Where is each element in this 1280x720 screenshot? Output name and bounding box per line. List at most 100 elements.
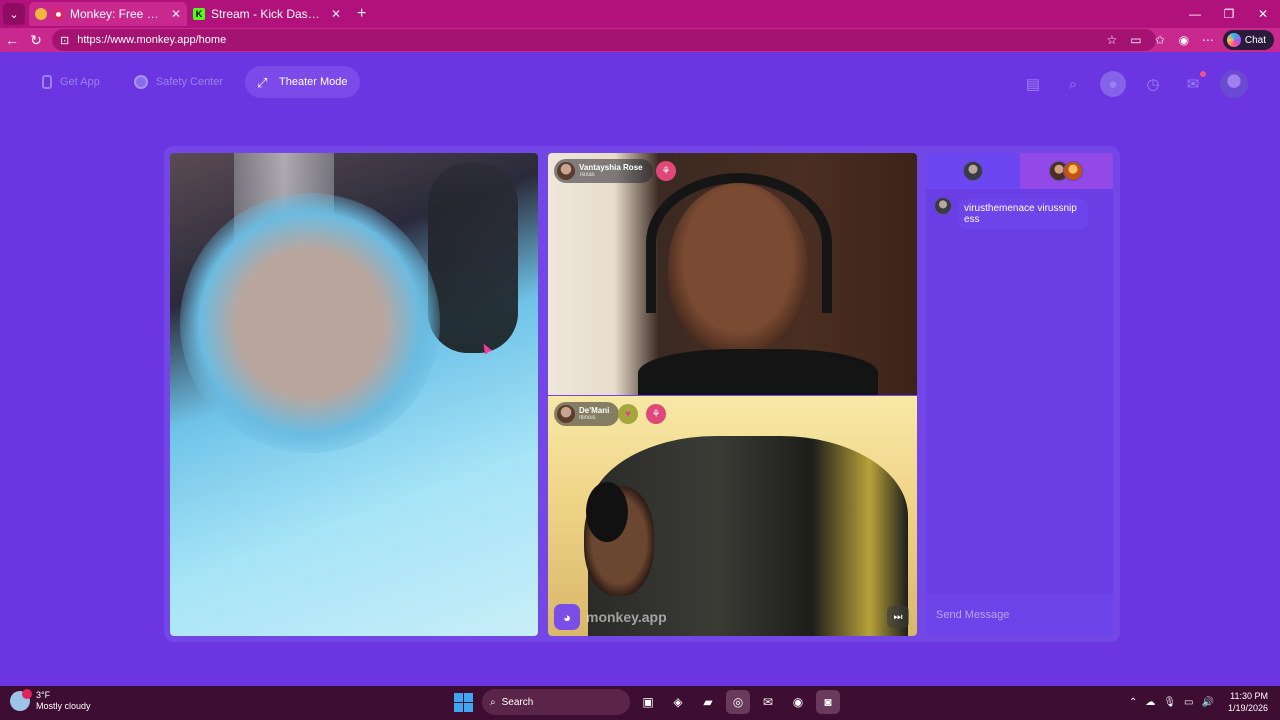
tab-monkey[interactable]: Monkey: Free Live Video Chat ✕ xyxy=(29,2,187,26)
gift-icon[interactable]: ⚘ xyxy=(656,161,676,181)
close-tab-icon[interactable]: ✕ xyxy=(171,7,181,21)
volume-icon[interactable]: 🔊 xyxy=(1202,697,1214,708)
address-bar-row: ← ↻ ⊡ https://www.monkey.app/home ☆ ▭ ✩ … xyxy=(0,28,1280,52)
get-app-button[interactable]: Get App xyxy=(30,66,112,98)
display-icon[interactable]: ▭ xyxy=(1184,697,1193,708)
sender-avatar xyxy=(934,197,952,215)
media-icon[interactable]: ▭ xyxy=(1127,33,1145,47)
peer-video-bottom: De'Mani Illinois ♥ ⚘ ◕ monkey.app ⏭ xyxy=(548,396,917,636)
weather-icon xyxy=(10,689,32,711)
peer-location: Texas xyxy=(579,172,595,178)
browser-tab-bar: ⌄ Monkey: Free Live Video Chat ✕ K Strea… xyxy=(0,0,1280,28)
tab-kick[interactable]: K Stream - Kick Dashboard ✕ xyxy=(187,2,347,26)
peer-video-top: Vantayshia Rose Texas ⚘ xyxy=(548,153,917,395)
profile-icon[interactable]: ◉ xyxy=(1175,33,1193,47)
clock[interactable]: 11:30 PM 1/19/2026 xyxy=(1228,690,1268,714)
peer-avatar xyxy=(557,405,575,423)
theater-mode-button[interactable]: ⤢ Theater Mode xyxy=(245,66,360,98)
skip-next-button[interactable]: ⏭ xyxy=(887,606,909,628)
video-chat-stage: Vantayshia Rose Texas ⚘ De'Mani Illinois… xyxy=(164,146,1120,642)
task-view-icon[interactable]: ▣ xyxy=(636,690,660,714)
clock-time: 11:30 PM xyxy=(1230,691,1268,701)
peer-avatar xyxy=(557,162,575,180)
shop-icon[interactable]: ▤ xyxy=(1020,71,1046,97)
chat-tab-group[interactable] xyxy=(1019,153,1113,189)
phone-icon xyxy=(42,75,52,89)
monkey-page: Get App Safety Center ⤢ Theater Mode ▤ ⌕… xyxy=(2,52,1278,686)
notification-dot xyxy=(1200,71,1206,77)
expand-icon: ⤢ xyxy=(257,75,268,90)
onedrive-icon[interactable]: ☁ xyxy=(1145,697,1155,708)
monkey-watermark: ◕ monkey.app xyxy=(554,604,667,630)
peer-name-chip[interactable]: De'Mani Illinois xyxy=(554,402,620,426)
chat-tab-self[interactable] xyxy=(926,153,1020,189)
peer-name: De'Mani xyxy=(579,406,610,415)
more-menu-icon[interactable]: ⋯ xyxy=(1199,33,1217,47)
get-app-label: Get App xyxy=(60,76,100,88)
new-tab-button[interactable]: + xyxy=(357,5,366,23)
self-video xyxy=(170,153,538,636)
kick-favicon-icon: K xyxy=(193,8,205,20)
watermark-text: monkey.app xyxy=(586,609,667,625)
messages-icon[interactable]: ✉ xyxy=(1180,71,1206,97)
participant-avatar xyxy=(962,161,983,181)
copilot-icon xyxy=(1226,33,1241,47)
history-icon[interactable]: ◷ xyxy=(1140,71,1166,97)
site-info-icon[interactable]: ⊡ xyxy=(60,34,69,47)
minimize-button[interactable]: — xyxy=(1178,0,1212,28)
close-window-button[interactable]: ✕ xyxy=(1246,0,1280,28)
favorite-star-icon[interactable]: ☆ xyxy=(1103,33,1121,47)
background-jacket xyxy=(428,163,518,353)
coin-icon[interactable]: ● xyxy=(1100,71,1126,97)
gift-icon[interactable]: ⚘ xyxy=(646,404,666,424)
refresh-button[interactable]: ↻ xyxy=(24,28,48,52)
send-message-input[interactable]: Send Message xyxy=(926,594,1113,636)
favorites-icon[interactable]: ✩ xyxy=(1151,33,1169,47)
microphone-icon[interactable]: 🎙 xyxy=(1163,697,1176,708)
participant-avatar xyxy=(1063,161,1084,181)
url-text: https://www.monkey.app/home xyxy=(77,34,227,46)
monkey-favicon-icon xyxy=(35,8,47,20)
taskbar-search-label: Search xyxy=(501,696,534,708)
obs-app-icon[interactable]: ◉ xyxy=(786,690,810,714)
restore-button[interactable]: ❐ xyxy=(1212,0,1246,28)
clock-date: 1/19/2026 xyxy=(1227,703,1268,713)
peer-body xyxy=(638,349,878,395)
temperature: 3°F xyxy=(36,690,51,700)
url-field[interactable]: ⊡ https://www.monkey.app/home xyxy=(52,29,1156,51)
mail-app-icon[interactable]: ✉ xyxy=(756,690,780,714)
discord-app-icon[interactable]: ◙ xyxy=(816,690,840,714)
header-icons: ▤ ⌕ ● ◷ ✉ xyxy=(1020,70,1248,98)
top-nav: Get App Safety Center ⤢ Theater Mode xyxy=(30,66,360,98)
safety-center-label: Safety Center xyxy=(155,76,224,88)
tray-overflow-icon[interactable]: ⌃ xyxy=(1129,697,1137,708)
back-button[interactable]: ← xyxy=(0,28,24,52)
peer-location: Illinois xyxy=(579,415,596,421)
chat-panel: virusthemenace virussnipess Send Message xyxy=(926,153,1113,636)
safety-center-button[interactable]: Safety Center xyxy=(122,66,235,98)
tab-title: Stream - Kick Dashboard xyxy=(211,7,325,21)
taskbar-search[interactable]: ⌕ Search xyxy=(482,689,630,715)
file-explorer-icon[interactable]: ▰ xyxy=(696,690,720,714)
search-icon[interactable]: ⌕ xyxy=(1060,71,1086,97)
peer-name-chip[interactable]: Vantayshia Rose Texas xyxy=(554,159,653,183)
chat-message: virusthemenace virussnipess xyxy=(926,189,1113,229)
start-button[interactable] xyxy=(450,689,476,715)
chat-button-label: Chat xyxy=(1244,34,1266,46)
tab-actions-menu-button[interactable]: ⌄ xyxy=(3,3,25,25)
search-icon: ⌕ xyxy=(490,696,496,708)
edge-browser-icon[interactable]: ◎ xyxy=(726,690,750,714)
peer-face xyxy=(668,183,808,353)
copilot-chat-button[interactable]: Chat xyxy=(1222,30,1274,50)
weather-widget[interactable]: 3°F Mostly cloudy xyxy=(10,689,91,712)
heart-icon[interactable]: ♥ xyxy=(618,404,638,424)
system-tray: ⌃ ☁ 🎙 ▭ 🔊 11:30 PM 1/19/2026 xyxy=(1129,690,1268,714)
tab-title: Monkey: Free Live Video Chat xyxy=(70,7,165,21)
address-bar-icons: ☆ ▭ ✩ ◉ ⋯ Chat xyxy=(1103,28,1280,52)
close-tab-icon[interactable]: ✕ xyxy=(331,7,341,21)
copilot-app-icon[interactable]: ◈ xyxy=(666,690,690,714)
user-avatar[interactable] xyxy=(1220,70,1248,98)
message-bubble: virusthemenace virussnipess xyxy=(958,199,1088,229)
windows-taskbar: 3°F Mostly cloudy ⌕ Search ▣ ◈ ▰ ◎ ✉ ◉ ◙… xyxy=(0,686,1280,720)
chat-tabs xyxy=(926,153,1113,189)
